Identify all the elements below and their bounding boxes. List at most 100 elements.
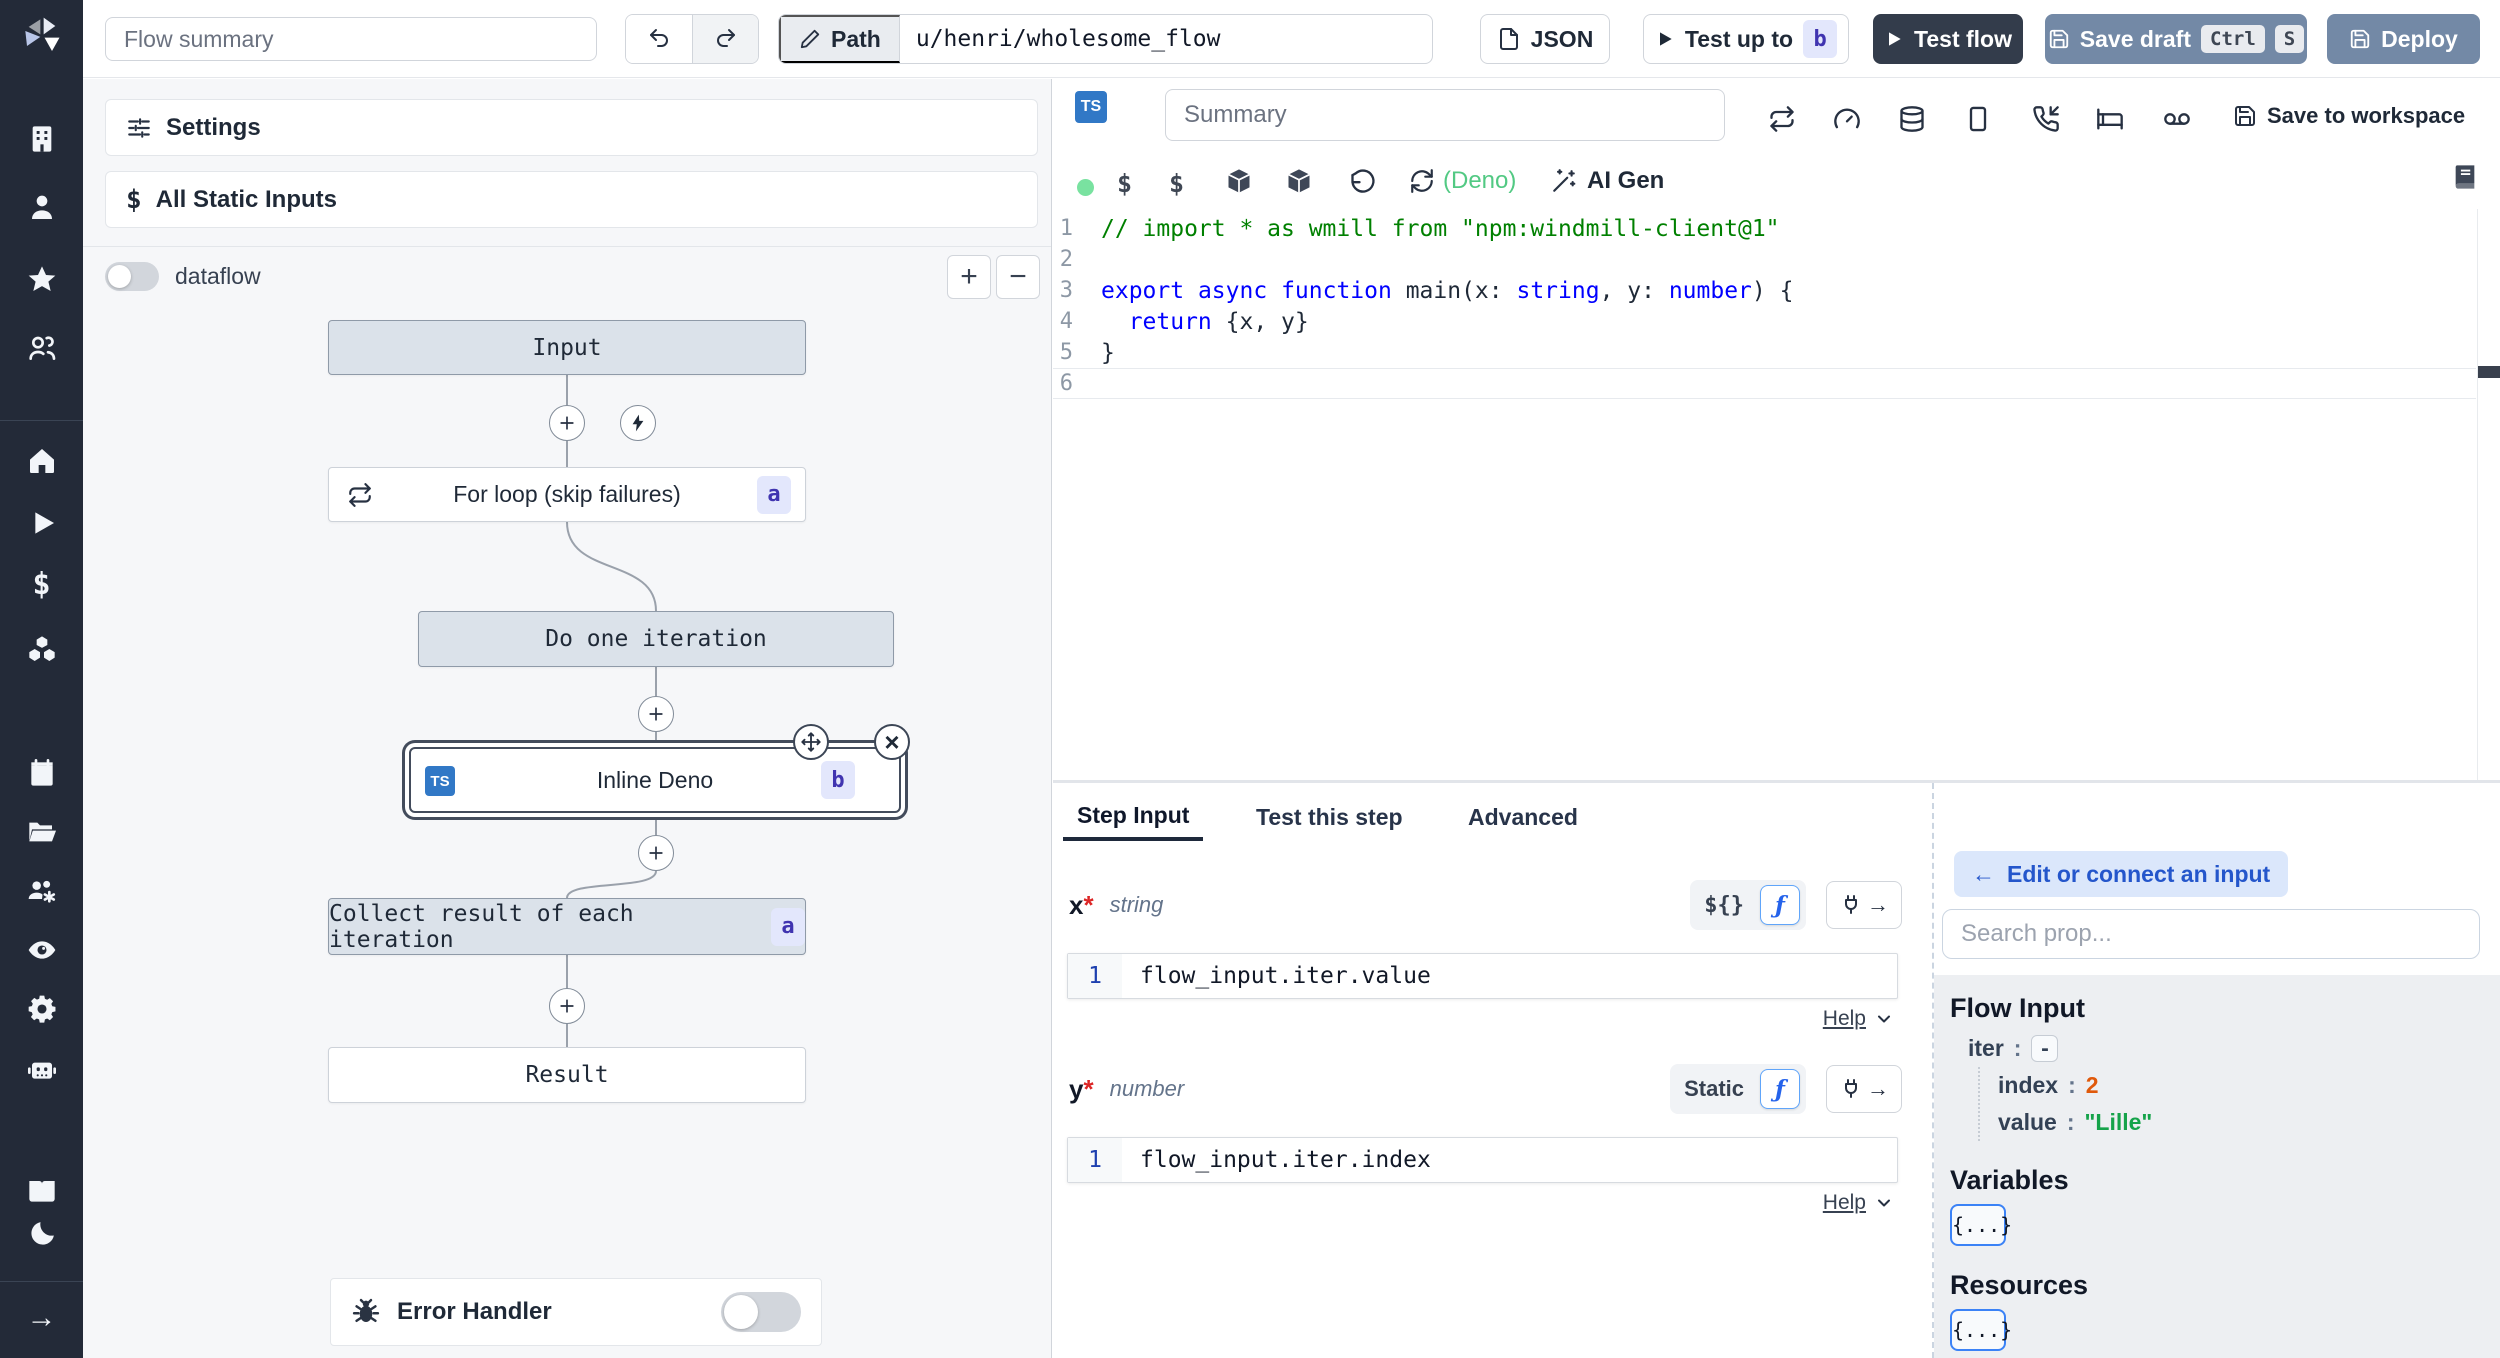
schedules-calendar-icon[interactable] [22,753,62,793]
field-y-help[interactable]: Help [1823,1191,1892,1215]
ai-gen-button[interactable]: AI Gen [1551,167,1664,195]
prop-value-string: "Lille" [2084,1109,2153,1135]
node-collect-result[interactable]: Collect result of each iteration a [328,898,806,955]
node-inline-deno-label: Inline Deno [596,766,714,793]
javascript-mode-button[interactable]: ƒ [1760,885,1800,925]
home-icon[interactable] [22,441,62,481]
search-prop-input[interactable] [1942,909,2480,959]
field-x-help[interactable]: Help [1823,1007,1892,1031]
prop-picker-panel: ← Edit or connect an input Flow Input it… [1932,783,2500,1358]
audit-eye-icon[interactable] [22,930,62,970]
node-inline-deno-selected[interactable]: TS Inline Deno b × [409,724,910,813]
collapse-button[interactable]: - [2031,1035,2059,1062]
tab-advanced[interactable]: Advanced [1454,793,1592,841]
flow-summary-input[interactable] [105,17,597,61]
prop-row-value[interactable]: value : "Lille" [1998,1104,2500,1141]
field-x-connect-button[interactable]: → [1826,881,1902,929]
tab-step-input[interactable]: Step Input [1063,793,1204,841]
folder-open-icon[interactable] [22,812,62,852]
groups-users-gear-icon[interactable] [22,871,62,911]
chevron-down-icon [1878,1015,1890,1023]
help-label: Help [1822,1007,1866,1030]
trigger-bolt-button[interactable] [620,405,656,441]
runtime-refresh-icon[interactable]: (Deno) [1409,167,1516,195]
flow-settings-button[interactable]: Settings [105,99,1038,156]
editor-overview-ruler[interactable] [2477,209,2500,781]
save-draft-label: Save draft [2079,25,2191,52]
json-button[interactable]: JSON [1480,14,1610,64]
node-result[interactable]: Result [328,1047,806,1103]
delete-node-button[interactable]: × [874,724,910,760]
resources-expand-button[interactable]: {...} [1950,1309,2012,1351]
library-book-icon[interactable] [2451,163,2479,194]
add-step-button[interactable] [549,988,585,1024]
node-do-one-iteration[interactable]: Do one iteration [418,611,894,667]
static-mode-option[interactable]: Static [1676,1076,1752,1102]
test-up-to-button[interactable]: Test up to b [1643,14,1849,64]
resources-boxes-icon[interactable] [22,629,62,669]
undo-button[interactable] [626,15,692,63]
error-handler-toggle[interactable] [721,1292,801,1332]
phone-incoming-icon[interactable] [2032,105,2060,133]
move-node-handle[interactable] [793,724,829,760]
users-icon[interactable] [22,328,62,368]
tab-test-this-step[interactable]: Test this step [1242,793,1417,841]
package-icon[interactable] [1225,167,1253,198]
runs-play-icon[interactable] [22,503,62,543]
save-to-workspace-button[interactable]: Save to workspace [2233,103,2465,129]
suspend-square-icon[interactable] [1964,105,1992,133]
docs-book-open-icon[interactable] [22,1171,62,1211]
zoom-out-button[interactable]: − [996,255,1040,299]
settings-gear-icon[interactable] [22,989,62,1029]
package-icon[interactable] [1285,167,1313,198]
variables-dollar-icon[interactable]: $ [22,565,62,605]
move-arrows-icon [801,732,821,752]
colon: : [2013,1035,2022,1061]
reset-undo-icon[interactable] [1349,167,1377,198]
field-x-expression-editor[interactable]: 1 flow_input.iter.value [1067,953,1898,999]
add-step-button[interactable] [549,405,585,441]
error-handler-card[interactable]: Error Handler [330,1278,822,1346]
step-summary-input[interactable] [1165,89,1725,141]
mock-voicemail-icon[interactable] [2163,105,2191,133]
cache-database-icon[interactable] [1898,105,1926,133]
variables-expand-button[interactable]: {...} [1950,1204,2012,1246]
deploy-button[interactable]: Deploy [2327,14,2480,64]
add-step-button[interactable] [638,835,674,871]
dataflow-toggle[interactable] [105,262,159,291]
retry-repeat-icon[interactable] [1768,105,1796,133]
resource-dollar-icon[interactable]: $ [1169,169,1184,198]
play-icon [1889,32,1901,46]
cursor-line-marker [2478,366,2500,378]
path-button[interactable]: Path [779,15,900,63]
dark-mode-moon-icon[interactable] [22,1214,62,1254]
path-value-input[interactable] [899,26,1432,52]
edit-or-connect-button[interactable]: ← Edit or connect an input [1954,851,2289,897]
javascript-mode-button[interactable]: ƒ [1760,1069,1800,1109]
variable-dollar-icon[interactable]: $ [1117,169,1132,198]
sleep-bed-icon[interactable] [2096,105,2124,133]
node-input[interactable]: Input [328,320,806,375]
save-draft-button[interactable]: Save draft Ctrl S [2045,14,2307,64]
zoom-in-button[interactable]: + [947,255,991,299]
redo-button[interactable] [692,15,758,63]
code-editor[interactable]: 1// import * as wmill from "npm:windmill… [1053,209,2476,781]
template-mode-option[interactable]: ${} [1696,893,1752,918]
robot-icon[interactable] [22,1050,62,1090]
test-flow-button[interactable]: Test flow [1873,14,2023,64]
workspace-building-icon[interactable] [22,119,62,159]
early-stop-gauge-icon[interactable] [1833,105,1861,133]
windmill-logo-icon[interactable] [22,16,62,56]
field-x-expression: flow_input.iter.value [1140,963,1431,989]
field-y-connect-button[interactable]: → [1826,1065,1902,1113]
all-static-inputs-button[interactable]: $ All Static Inputs [105,171,1038,228]
field-y-expression-editor[interactable]: 1 flow_input.iter.index [1067,1137,1898,1183]
prop-row-iter[interactable]: iter : - [1968,1030,2500,1067]
user-icon[interactable] [22,187,62,227]
add-step-button[interactable] [638,696,674,732]
expand-arrow-right-icon[interactable]: → [22,1298,62,1338]
star-icon[interactable] [22,259,62,299]
prop-row-index[interactable]: index : 2 [1998,1067,2500,1104]
field-y-expression: flow_input.iter.index [1140,1147,1431,1173]
node-for-loop[interactable]: For loop (skip failures) a [328,467,806,522]
